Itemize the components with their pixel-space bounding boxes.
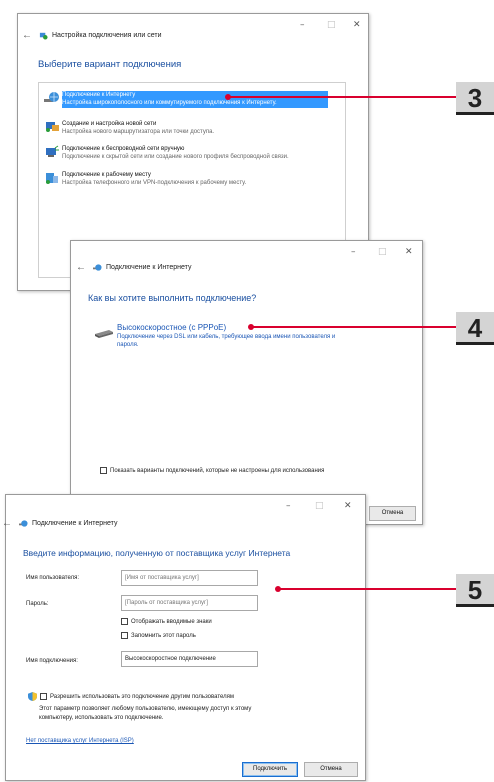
window-isp-credentials: – □ ✕ ← Подключение к Интернету Введите …	[2, 494, 366, 781]
back-arrow-icon[interactable]: ←	[2, 518, 12, 529]
back-arrow-icon[interactable]: ←	[76, 262, 86, 273]
show-unconfigured-options-checkbox[interactable]: Показать варианты подключений, которые н…	[100, 467, 324, 474]
minimize-button[interactable]: –	[300, 20, 305, 30]
option-subtitle: Подключение через DSL или кабель, требую…	[117, 334, 336, 340]
shield-icon	[28, 692, 37, 701]
checkbox-label: Отображать вводимые знаки	[131, 618, 212, 625]
maximize-button[interactable]: □	[378, 247, 387, 257]
window-title: Подключение к Интернету	[106, 264, 192, 271]
callout-5-line	[279, 588, 456, 590]
option-subtitle: Настройка широкополосного или коммутируе…	[62, 100, 277, 106]
maximize-button[interactable]: □	[327, 20, 336, 30]
modem-icon	[95, 330, 113, 338]
option-subtitle-cont: пароля.	[117, 342, 139, 348]
window-title: Подключение к Интернету	[32, 520, 118, 527]
username-input[interactable]: [Имя от поставщика услуг]	[121, 570, 258, 586]
internet-connection-icon	[19, 520, 28, 527]
minimize-button[interactable]: –	[351, 247, 356, 257]
internet-connection-icon	[93, 264, 102, 271]
page-heading: Как вы хотите выполнить подключение?	[88, 293, 257, 303]
callout-3-line	[229, 96, 456, 98]
cancel-button[interactable]: Отмена	[369, 506, 416, 521]
checkbox-box[interactable]	[100, 467, 107, 474]
connection-name-input[interactable]: Высокоскоростное подключение	[121, 651, 258, 667]
router-icon	[46, 122, 59, 132]
option-subtitle: Подключение к скрытой сети или создание …	[62, 154, 289, 160]
option-internet-connection[interactable]: Подключение к Интернету Настройка широко…	[62, 91, 328, 108]
globe-icon	[44, 92, 59, 102]
callout-4-line	[252, 326, 456, 328]
cancel-button[interactable]: Отмена	[304, 762, 358, 777]
close-button[interactable]: ✕	[405, 247, 413, 257]
step-4-badge: 4	[456, 312, 494, 345]
option-title: Подключение к беспроводной сети вручную	[62, 146, 185, 152]
option-title: Подключение к рабочему месту	[62, 172, 151, 178]
allow-others-description-cont: компьютеру, использовать это подключение…	[39, 715, 164, 721]
page-heading: Выберите вариант подключения	[38, 59, 182, 70]
checkbox-box[interactable]	[121, 632, 128, 639]
page-heading: Введите информацию, полученную от постав…	[23, 548, 291, 558]
back-arrow-icon[interactable]: ←	[22, 30, 32, 41]
step-5-badge: 5	[456, 574, 494, 607]
option-wireless-manual[interactable]: Подключение к беспроводной сети вручную …	[62, 145, 338, 161]
remember-password-checkbox[interactable]: Запомнить этот пароль	[121, 632, 196, 639]
wireless-icon	[46, 145, 59, 157]
option-subtitle: Настройка телефонного или VPN-подключени…	[62, 180, 247, 186]
checkbox-label: Разрешить использовать это подключение д…	[50, 693, 235, 700]
minimize-button[interactable]: –	[286, 501, 291, 511]
step-3-badge: 3	[456, 82, 494, 115]
password-input[interactable]: [Пароль от поставщика услуг]	[121, 595, 258, 611]
username-label: Имя пользователя:	[26, 575, 80, 581]
connection-name-label: Имя подключения:	[26, 658, 78, 664]
allow-others-checkbox[interactable]: Разрешить использовать это подключение д…	[28, 692, 234, 701]
checkbox-label: Запомнить этот пароль	[131, 632, 196, 639]
checkbox-box[interactable]	[121, 618, 128, 625]
password-label: Пароль:	[26, 601, 49, 607]
network-setup-icon	[39, 32, 48, 40]
option-new-network[interactable]: Создание и настройка новой сети Настройк…	[62, 120, 328, 136]
maximize-button[interactable]: □	[315, 501, 324, 511]
checkbox-label: Показать варианты подключений, которые н…	[110, 467, 325, 474]
close-button[interactable]: ✕	[344, 501, 352, 511]
no-isp-link[interactable]: Нет поставщика услуг Интернета (ISP)	[26, 738, 134, 744]
option-workplace[interactable]: Подключение к рабочему месту Настройка т…	[62, 171, 328, 187]
allow-others-description: Этот параметр позволяет любому пользоват…	[39, 706, 252, 712]
window-internet-connection-type: – □ ✕ ← Подключение к Интернету Как вы х…	[70, 240, 423, 525]
checkbox-box[interactable]	[40, 693, 47, 700]
option-subtitle: Настройка нового маршрутизатора или точк…	[62, 129, 215, 135]
workplace-icon	[46, 173, 58, 184]
option-title: Создание и настройка новой сети	[62, 121, 157, 127]
show-characters-checkbox[interactable]: Отображать вводимые знаки	[121, 618, 212, 625]
close-button[interactable]: ✕	[353, 20, 361, 30]
window-title: Настройка подключения или сети	[52, 32, 162, 39]
connect-button[interactable]: Подключить	[242, 762, 298, 777]
